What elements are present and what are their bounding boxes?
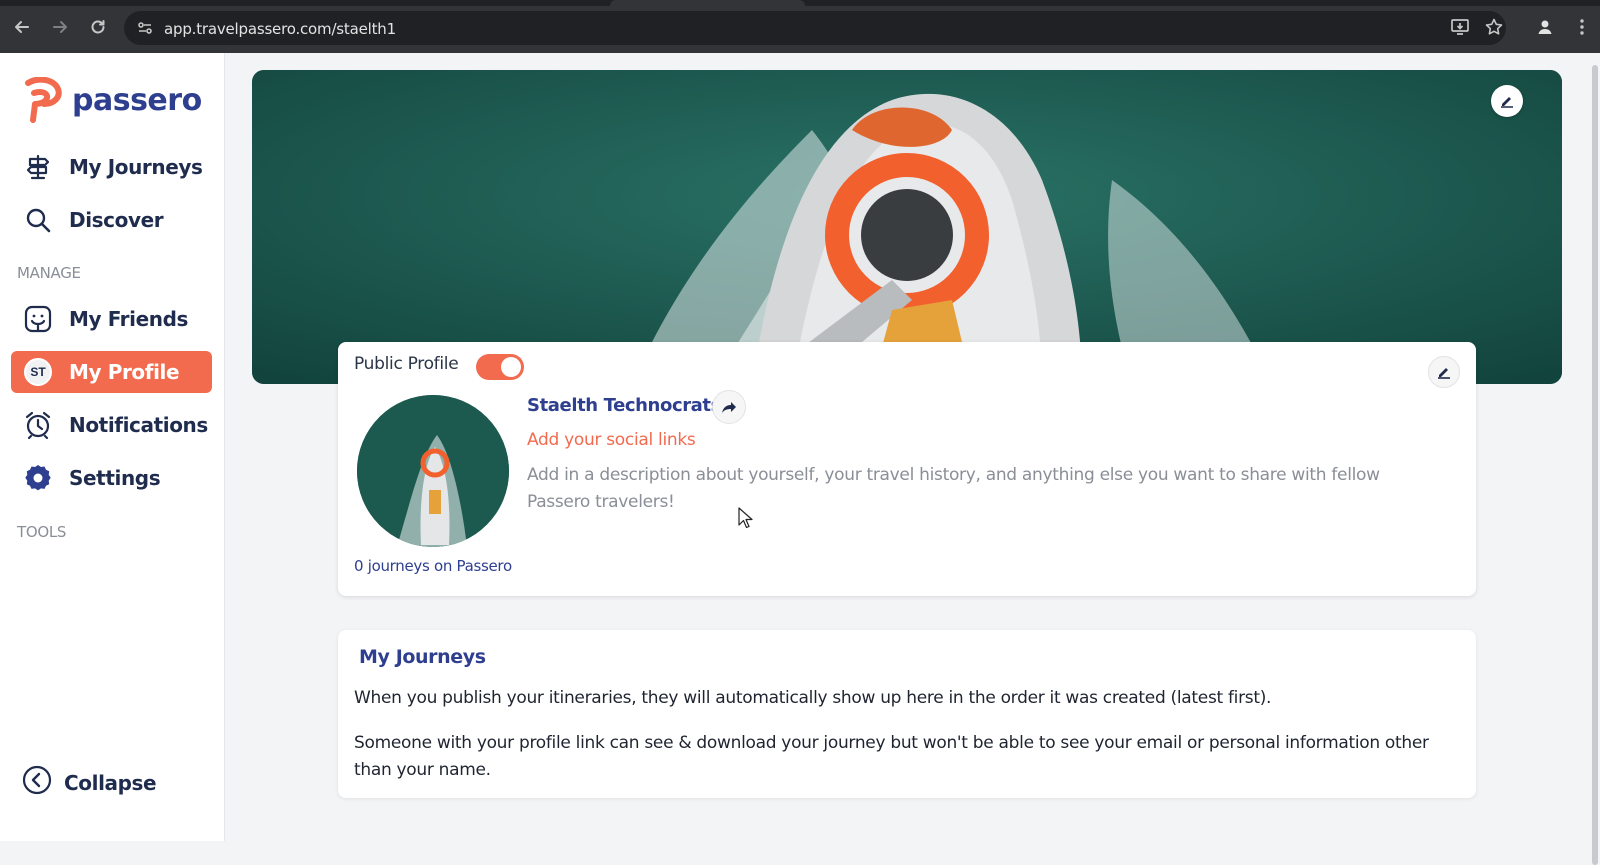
profile-description-field[interactable]: Add in a description about yourself, you… bbox=[527, 462, 1447, 516]
public-profile-toggle[interactable] bbox=[476, 354, 524, 380]
add-social-links-link[interactable]: Add your social links bbox=[527, 430, 696, 450]
sidebar-item-settings[interactable]: Settings bbox=[11, 457, 212, 499]
install-app-icon[interactable] bbox=[1450, 17, 1472, 39]
sidebar-item-label: Discover bbox=[69, 208, 164, 232]
sidebar-item-label: My Friends bbox=[69, 307, 189, 331]
gear-icon bbox=[23, 463, 53, 493]
browser-toolbar: app.travelpassero.com/staelth1 bbox=[0, 0, 1600, 53]
profile-card: Public Profile 0 journeys on Passero Sta… bbox=[338, 342, 1476, 596]
passero-logo-icon bbox=[25, 77, 62, 123]
sidebar-item-my-friends[interactable]: My Friends bbox=[11, 298, 212, 340]
collapse-button[interactable]: Collapse bbox=[22, 765, 157, 800]
journeys-privacy-text: Someone with your profile link can see &… bbox=[354, 733, 1429, 780]
page-scrollbar[interactable] bbox=[1590, 53, 1600, 865]
avatar-wrapper: ST bbox=[23, 357, 53, 387]
edit-profile-button[interactable] bbox=[1428, 356, 1460, 388]
my-journeys-heading: My Journeys bbox=[359, 646, 486, 668]
sidebar-item-label: Notifications bbox=[69, 413, 208, 437]
section-label-tools: TOOLS bbox=[17, 523, 67, 541]
avatar: ST bbox=[24, 358, 52, 386]
sidebar-item-label: My Journeys bbox=[69, 155, 203, 179]
profile-icon[interactable] bbox=[1535, 17, 1557, 39]
sidebar-item-discover[interactable]: Discover bbox=[11, 199, 212, 241]
collapse-label: Collapse bbox=[64, 770, 157, 795]
alarm-clock-icon bbox=[23, 410, 53, 440]
sidebar: passero My Journeys Discover MANAGE My F… bbox=[0, 53, 225, 841]
forward-icon[interactable] bbox=[48, 15, 72, 39]
sidebar-item-notifications[interactable]: Notifications bbox=[11, 404, 212, 446]
mouse-cursor-icon bbox=[738, 507, 754, 534]
sidebar-item-label: My Profile bbox=[69, 360, 180, 384]
reload-icon[interactable] bbox=[86, 15, 110, 39]
passero-logo[interactable]: passero bbox=[24, 75, 202, 125]
sidebar-item-label: Settings bbox=[69, 466, 161, 490]
toggle-knob bbox=[501, 357, 521, 377]
site-settings-icon[interactable] bbox=[136, 19, 154, 37]
my-journeys-card: My Journeys When you publish your itiner… bbox=[338, 630, 1476, 798]
active-tab[interactable] bbox=[610, 0, 805, 6]
pencil-icon bbox=[1501, 97, 1513, 108]
back-icon[interactable] bbox=[10, 15, 34, 39]
sidebar-item-my-profile[interactable]: ST My Profile bbox=[11, 351, 212, 393]
share-arrow-icon bbox=[722, 402, 736, 413]
signpost-icon bbox=[23, 152, 53, 182]
kebab-menu-icon[interactable] bbox=[1572, 17, 1594, 39]
brand-name: passero bbox=[72, 82, 202, 118]
pencil-icon bbox=[1438, 368, 1450, 379]
boat-cover-image bbox=[252, 70, 1562, 384]
edit-cover-button[interactable] bbox=[1491, 85, 1523, 117]
url-text[interactable]: app.travelpassero.com/staelth1 bbox=[164, 20, 396, 38]
address-bar[interactable]: app.travelpassero.com/staelth1 bbox=[124, 11, 1506, 45]
profile-name: Staelth Technocrats bbox=[527, 395, 721, 416]
profile-avatar-image[interactable] bbox=[357, 395, 509, 547]
scrollbar-thumb[interactable] bbox=[1592, 65, 1598, 865]
bookmark-star-icon[interactable] bbox=[1484, 17, 1506, 39]
friends-icon bbox=[23, 304, 53, 334]
journeys-info-text: When you publish your itineraries, they … bbox=[354, 688, 1272, 708]
chevron-left-circle-icon bbox=[22, 765, 52, 800]
share-profile-button[interactable] bbox=[712, 390, 746, 424]
search-icon bbox=[23, 205, 53, 235]
cover-photo bbox=[252, 70, 1562, 384]
journeys-count: 0 journeys on Passero bbox=[354, 557, 512, 575]
sidebar-item-my-journeys[interactable]: My Journeys bbox=[11, 146, 212, 188]
section-label-manage: MANAGE bbox=[17, 264, 81, 282]
tab-strip bbox=[0, 0, 1600, 6]
boat-avatar-image bbox=[357, 395, 509, 547]
public-profile-label: Public Profile bbox=[354, 354, 459, 374]
